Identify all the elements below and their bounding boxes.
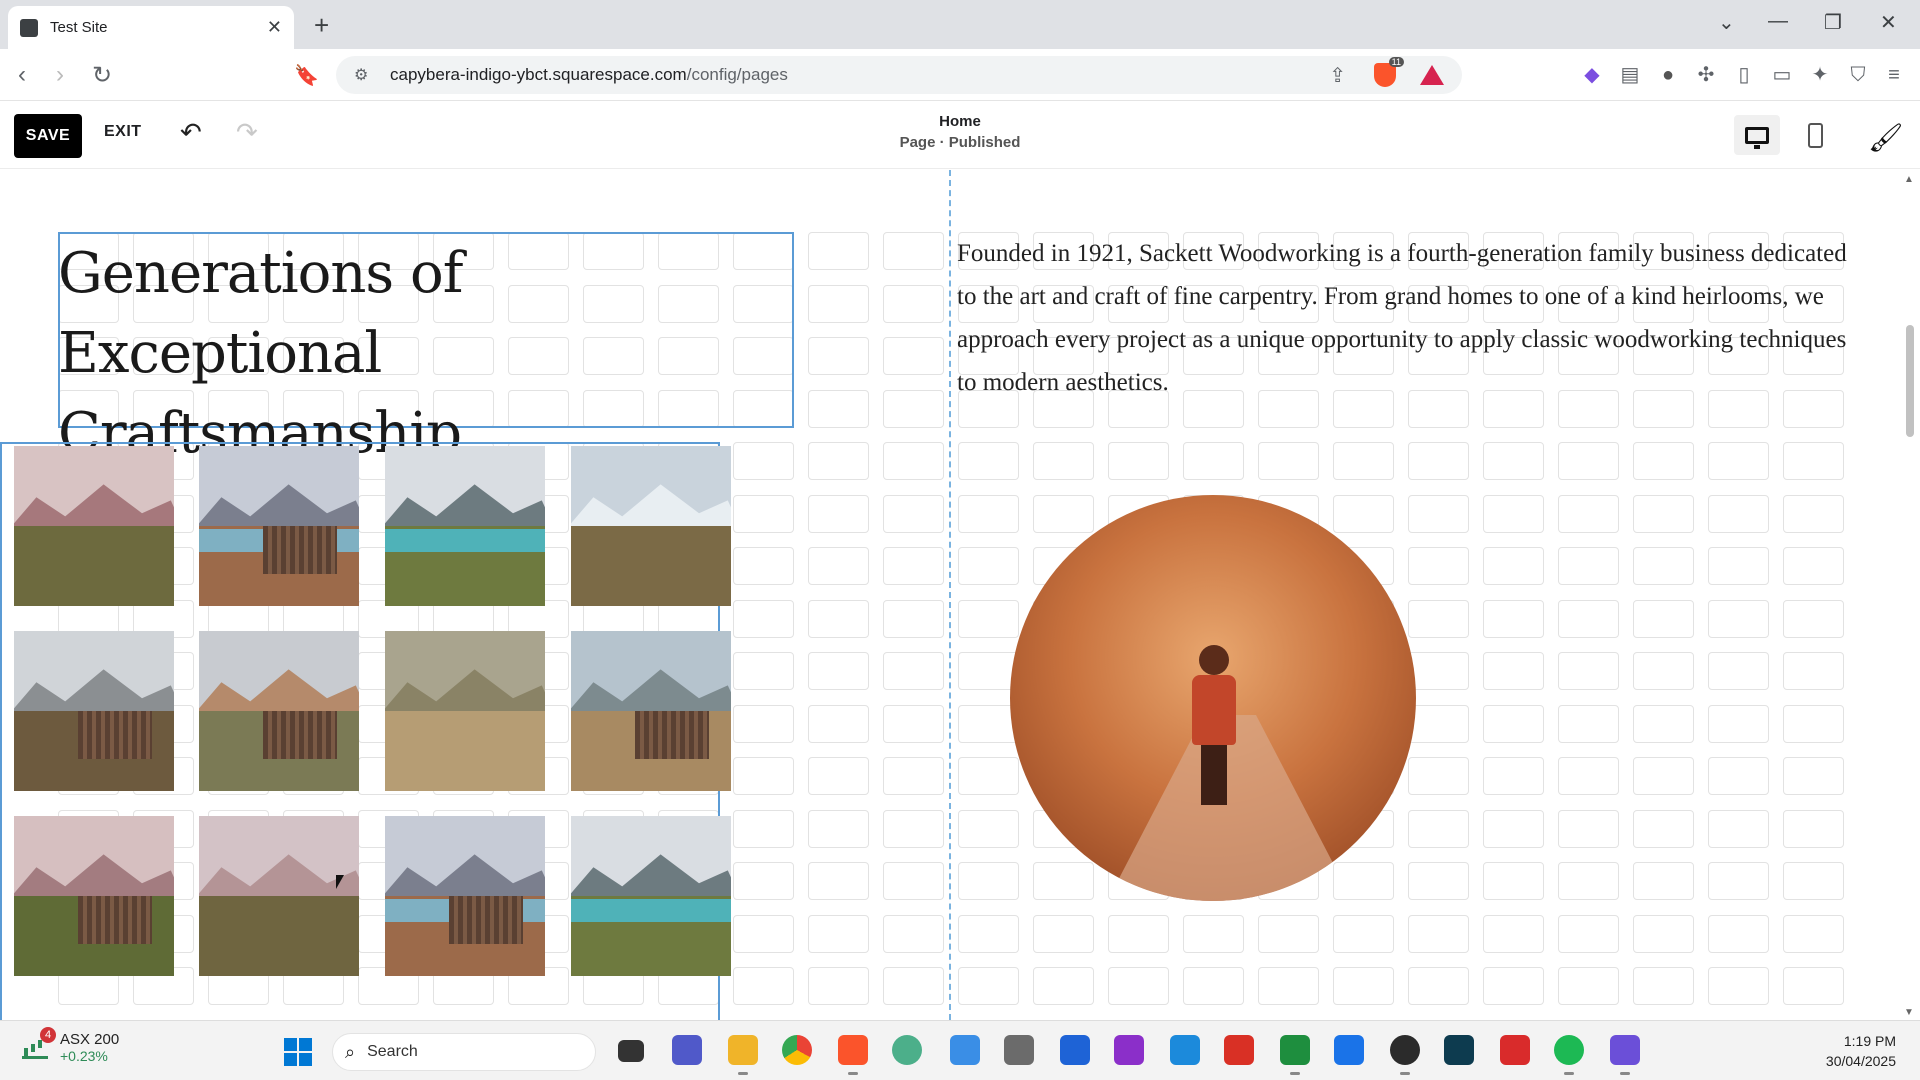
stock-name: ASX 200 xyxy=(60,1031,120,1048)
sidebar-toggle-icon[interactable]: ▯ xyxy=(1732,63,1756,87)
gallery-image-9[interactable] xyxy=(14,816,174,976)
intro-paragraph[interactable]: Founded in 1921, Sackett Woodworking is … xyxy=(957,232,1857,404)
clock-time: 1:19 PM xyxy=(1843,1033,1896,1049)
stock-chart-icon xyxy=(22,1037,48,1059)
redo-icon[interactable]: ↷ xyxy=(236,117,258,148)
pdf-reader-icon[interactable] xyxy=(1224,1035,1254,1065)
extensions-puzzle-icon[interactable]: ✣ xyxy=(1694,63,1718,87)
gallery-image-2[interactable] xyxy=(199,446,359,606)
notepad-icon[interactable] xyxy=(950,1035,980,1065)
gallery-image-8[interactable] xyxy=(571,631,731,791)
gallery-image-6[interactable] xyxy=(199,631,359,791)
menu-icon[interactable]: ≡ xyxy=(1882,63,1906,87)
extension-blocked-icon[interactable]: ● xyxy=(1656,63,1680,87)
mouse-cursor-icon xyxy=(336,875,344,889)
bookmark-icon[interactable]: 🔖 xyxy=(294,63,319,88)
save-button[interactable]: SAVE xyxy=(14,114,82,158)
close-window-icon[interactable]: ✕ xyxy=(1880,10,1897,35)
obs-icon[interactable] xyxy=(1390,1035,1420,1075)
headline[interactable]: Generations of Exceptional Craftsmanship xyxy=(58,234,788,474)
page-name: Home xyxy=(939,113,981,130)
stock-widget[interactable]: 4 ASX 200 +0.23% xyxy=(22,1027,120,1064)
reload-icon[interactable]: ↻ xyxy=(92,61,112,90)
system-clock[interactable]: 1:19 PM 30/04/2025 xyxy=(1800,1031,1896,1071)
page-scrollbar[interactable]: ▲ ▼ xyxy=(1900,170,1920,1020)
mobile-view-button[interactable] xyxy=(1792,115,1838,155)
close-tab-icon[interactable]: ✕ xyxy=(267,17,282,38)
restore-icon[interactable]: ❐ xyxy=(1824,10,1842,35)
search-label: Search xyxy=(367,1043,418,1060)
desktop-icon xyxy=(1745,126,1769,149)
site-styles-brush-icon[interactable]: 🖌 xyxy=(1868,121,1904,154)
maps-icon[interactable] xyxy=(892,1035,922,1065)
forward-icon[interactable]: › xyxy=(56,61,64,89)
browser-tabstrip: Test Site ✕ + ⌄ — ❐ ✕ xyxy=(0,0,1920,49)
browser-toolbar: ‹ › ↻ 🔖 ⚙ capybera-indigo-ybct.squarespa… xyxy=(0,49,1920,101)
browser-tab[interactable]: Test Site ✕ xyxy=(8,6,294,49)
windows-taskbar: 4 ASX 200 +0.23% ⌕ Search 1:19 PM 30/04/… xyxy=(0,1020,1920,1080)
gallery-image-3[interactable] xyxy=(385,446,545,606)
spotify-icon[interactable] xyxy=(1554,1035,1584,1075)
brave-icon[interactable] xyxy=(838,1035,868,1075)
gallery-image-10[interactable] xyxy=(199,816,359,976)
page-canvas[interactable]: Generations of Exceptional Craftsmanship… xyxy=(0,170,1900,1020)
circle-image-person-walking[interactable] xyxy=(1010,495,1416,901)
scrollbar-thumb[interactable] xyxy=(1906,325,1914,437)
minimize-icon[interactable]: — xyxy=(1768,10,1788,33)
undo-icon[interactable]: ↶ xyxy=(180,117,202,148)
task-view-icon[interactable] xyxy=(618,1040,644,1062)
word-icon[interactable] xyxy=(1060,1035,1090,1065)
clock-date: 30/04/2025 xyxy=(1825,1053,1896,1069)
address-bar[interactable]: ⚙ capybera-indigo-ybct.squarespace.com/c… xyxy=(336,56,1462,94)
editor-toolbar: SAVE EXIT ↶ ↷ Home Page · Published 🖌 xyxy=(0,101,1920,169)
taskbar-search[interactable]: ⌕ Search xyxy=(332,1033,596,1071)
affinity-photo-icon[interactable] xyxy=(1114,1035,1144,1065)
excel-icon[interactable] xyxy=(1280,1035,1310,1075)
tab-title: Test Site xyxy=(50,19,108,36)
desktop-view-button[interactable] xyxy=(1734,115,1780,155)
teams-icon[interactable] xyxy=(672,1035,702,1065)
extension-wallet-icon[interactable]: ◆ xyxy=(1580,63,1604,87)
site-favicon-icon xyxy=(20,18,38,37)
gallery-image-7[interactable] xyxy=(385,631,545,791)
mobile-icon xyxy=(1807,122,1823,148)
docs-icon[interactable] xyxy=(1334,1035,1364,1065)
terminal-icon[interactable] xyxy=(1444,1035,1474,1065)
url-text[interactable]: capybera-indigo-ybct.squarespace.com/con… xyxy=(390,65,1329,85)
chrome-icon[interactable] xyxy=(782,1035,812,1065)
extension-calendar-icon[interactable]: ▤ xyxy=(1618,63,1642,87)
walking-person xyxy=(1192,645,1236,805)
page-status: Page · Published xyxy=(899,134,1021,151)
affinity-designer-icon[interactable] xyxy=(1170,1035,1200,1065)
gallery-image-5[interactable] xyxy=(14,631,174,791)
search-icon: ⌕ xyxy=(345,1041,356,1062)
gallery-image-1[interactable] xyxy=(14,446,174,606)
scroll-up-icon[interactable]: ▲ xyxy=(1904,174,1914,185)
tab-search-chevron-icon[interactable]: ⌄ xyxy=(1718,10,1735,35)
vpn-shield-icon[interactable]: ⛉ xyxy=(1846,63,1870,87)
share-icon[interactable]: ⇪ xyxy=(1329,63,1346,88)
page-info: Home Page · Published xyxy=(860,113,1060,151)
gallery-image-4[interactable] xyxy=(571,446,731,606)
site-info-icon[interactable]: ⚙ xyxy=(354,65,374,85)
brave-shield-icon[interactable]: 11 xyxy=(1374,57,1404,87)
gallery-image-12[interactable] xyxy=(571,816,731,976)
wallet-icon[interactable]: ▭ xyxy=(1770,63,1794,87)
scroll-down-icon[interactable]: ▼ xyxy=(1904,1007,1914,1018)
stock-change: +0.23% xyxy=(60,1048,108,1064)
gallery-image-11[interactable] xyxy=(385,816,545,976)
windows-start-icon[interactable] xyxy=(284,1038,312,1066)
back-icon[interactable]: ‹ xyxy=(18,61,26,89)
center-guide-line xyxy=(949,170,951,1020)
file-explorer-icon[interactable] xyxy=(728,1035,758,1075)
calculator-icon[interactable] xyxy=(1004,1035,1034,1065)
brave-rewards-icon[interactable] xyxy=(1420,65,1444,85)
new-tab-icon[interactable]: + xyxy=(314,10,329,41)
vpn-app-icon[interactable] xyxy=(1610,1035,1640,1075)
leo-ai-icon[interactable]: ✦ xyxy=(1808,63,1832,87)
exit-button[interactable]: EXIT xyxy=(104,123,142,141)
se-app-icon[interactable] xyxy=(1500,1035,1530,1065)
